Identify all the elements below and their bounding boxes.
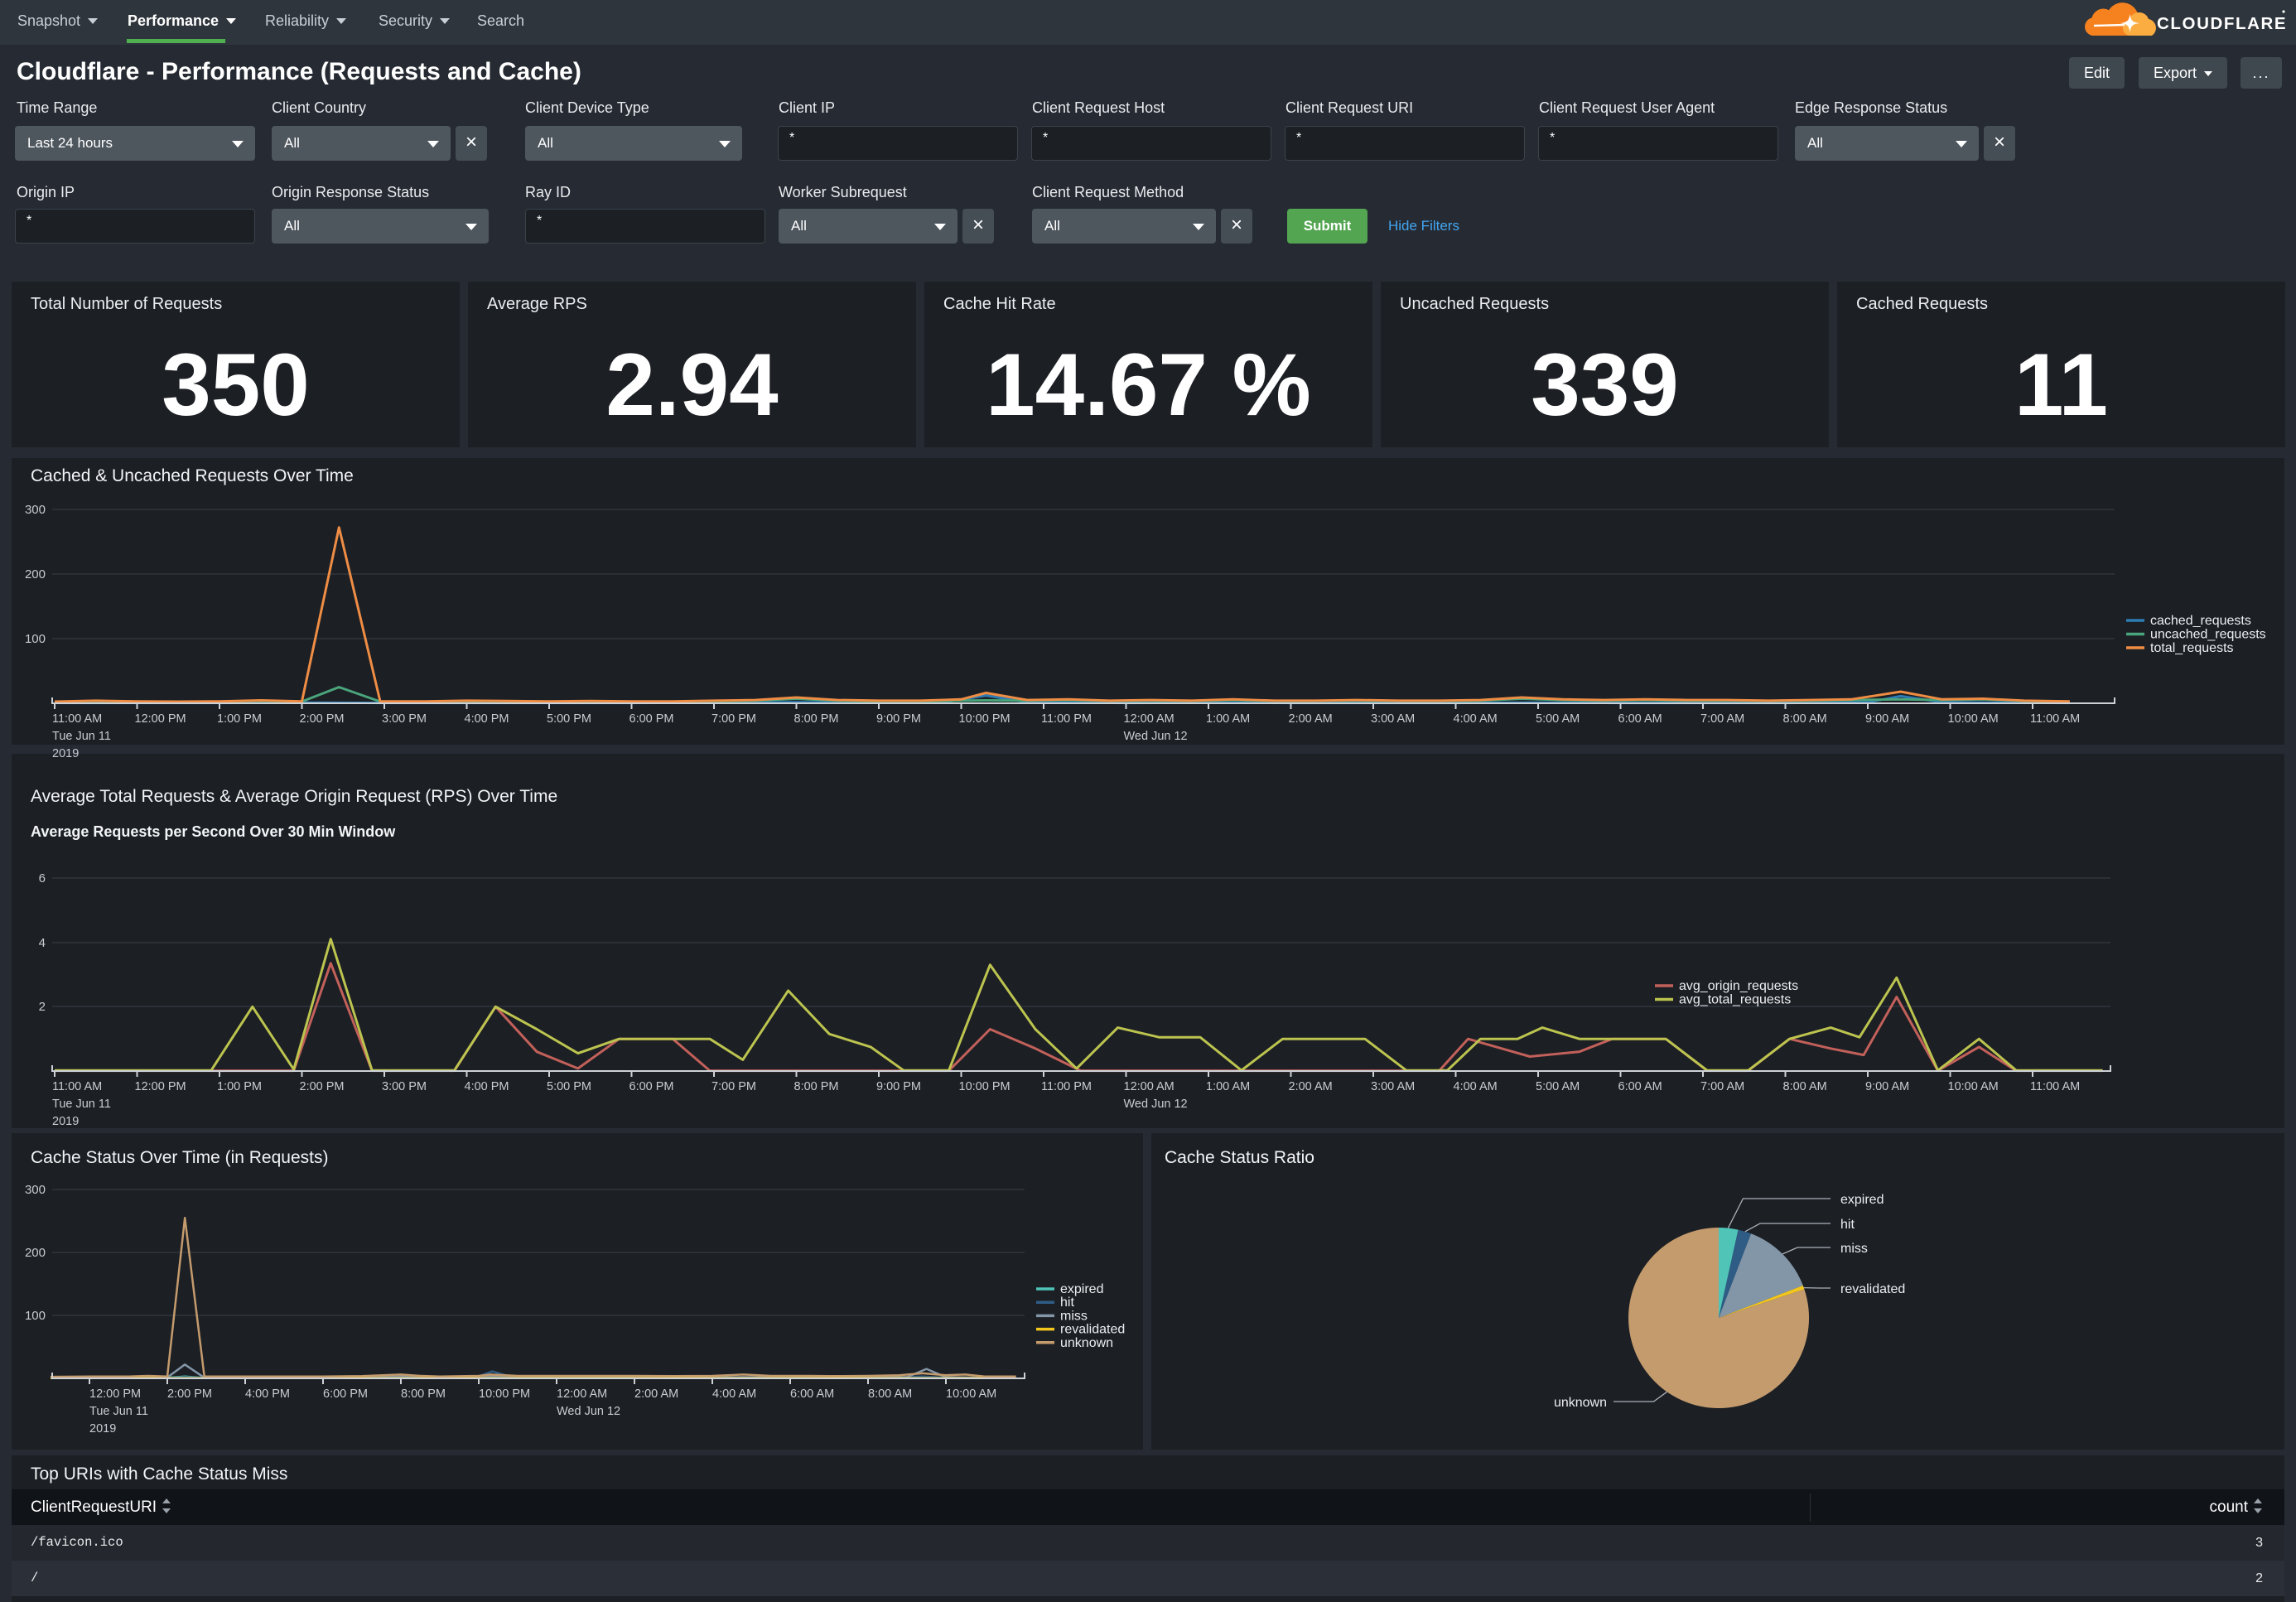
svg-text:CLOUDFLARE: CLOUDFLARE bbox=[2157, 14, 2287, 33]
